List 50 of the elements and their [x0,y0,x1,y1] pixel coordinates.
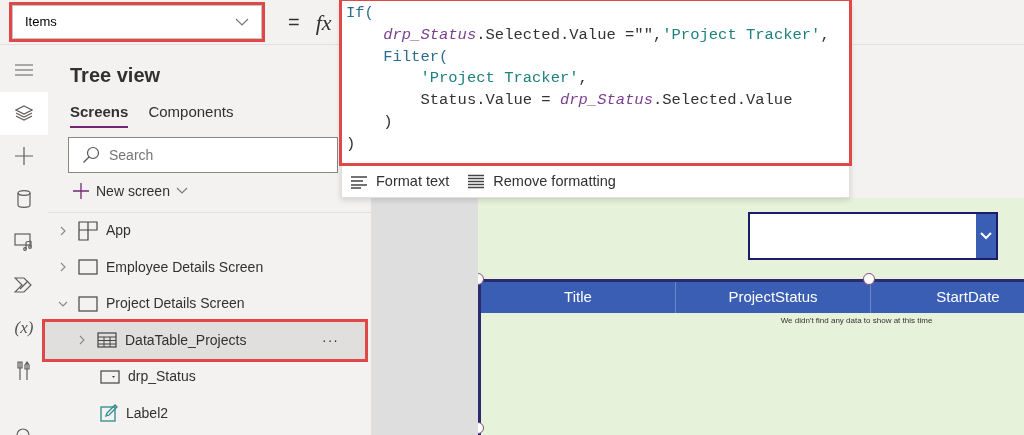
format-lines-icon [350,174,368,189]
search-field[interactable]: Search [68,136,338,173]
edit-label-icon [100,404,118,423]
chevron-down-icon [235,18,249,26]
empty-message: We didn't find any data to show at this time [779,315,934,327]
data-table[interactable]: Title ProjectStatus StartDate We didn't find any data to show at this time [478,279,1024,435]
chevron-down-icon [175,187,188,195]
item-label: DataTable_Projects [125,330,247,350]
fx-label: fx [315,8,332,37]
table-icon [97,332,117,349]
column-header: StartDate [871,282,1024,313]
tree-item[interactable]: Employee Details Screen [48,249,371,286]
tools-icon[interactable] [16,360,32,381]
plus-icon[interactable] [15,147,33,166]
item-label: Employee Details Screen [106,257,264,277]
chevron-down-icon [980,232,992,240]
screen-icon [78,295,98,312]
panel-title: Tree view [69,63,162,88]
equals-sign: = [288,10,300,35]
tree-item[interactable]: drp_Status [48,358,371,395]
flow-chevrons-icon[interactable] [14,275,34,294]
variables-button[interactable]: (x) [0,306,48,350]
tree-item[interactable]: Project Details Screen [48,285,371,322]
tab[interactable]: Components [148,101,234,128]
layers-icon[interactable] [15,105,33,122]
item-label: drp_Status [128,367,196,387]
app-grid-icon [78,220,98,241]
database-icon[interactable] [17,190,31,209]
screen-icon [78,259,98,276]
lines-icon [467,173,486,190]
tree-item[interactable]: App [48,212,371,249]
tree-item[interactable]: Label2 [48,395,371,432]
new-screen-button[interactable]: New screen [72,180,188,202]
plus-icon [72,182,90,200]
rail-tab[interactable] [0,91,48,135]
tree-item[interactable]: DataTable_Projects ··· [45,322,365,359]
tab[interactable]: Screens [70,101,129,128]
remove-formatting-button[interactable]: Remove formatting [467,170,616,193]
item-label: Label2 [126,403,169,423]
format-text-button[interactable]: Format text [350,170,450,193]
more-options-icon[interactable]: ··· [322,329,339,351]
dropdown-icon [100,369,120,384]
item-label: Project Details Screen [106,294,245,314]
resize-handle[interactable] [863,273,875,285]
formula-code[interactable]: If( drp_Status.Selected.Value ="",'Project Tracker', Filter( 'Project Tracker', Status.Value = drp_Status.Selected.Value ) ) [342,1,849,163]
status-dropdown[interactable] [748,212,998,260]
item-label: App [106,221,131,241]
media-icon[interactable] [14,233,34,251]
formula-editor[interactable]: If( drp_Status.Selected.Value ="",'Project Tracker', Filter( 'Project Tracker', Status.Value = drp_Status.Selected.Value ) ) Format text Remove formatting [341,0,850,198]
property-dropdown[interactable]: Items [12,5,262,39]
